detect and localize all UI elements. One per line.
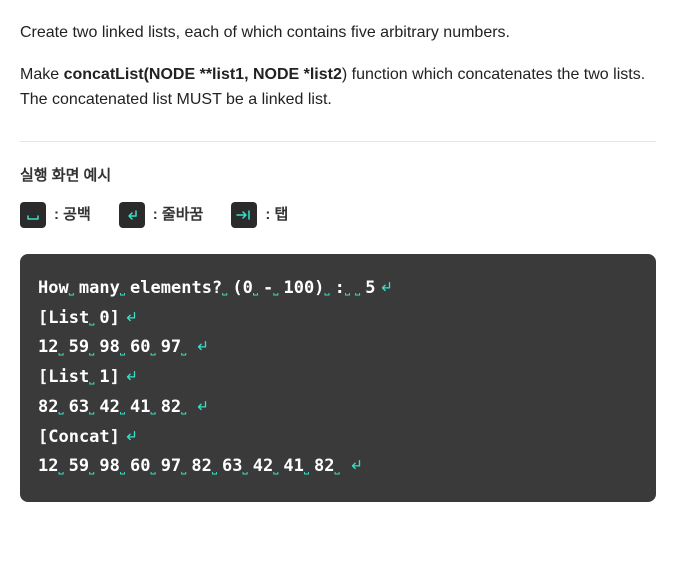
divider	[20, 141, 656, 142]
newline-marker	[349, 452, 363, 482]
terminal-token: 60	[130, 456, 150, 476]
space-icon	[20, 202, 46, 228]
problem-description: Create two linked lists, each of which c…	[20, 20, 656, 113]
terminal-line: Howmany elements? (0-100):5	[38, 274, 638, 304]
terminal-line: [Concat]	[38, 423, 638, 453]
terminal-token: 42	[253, 456, 273, 476]
terminal-token: 63	[222, 456, 242, 476]
newline-marker	[124, 423, 138, 453]
terminal-token: 12	[38, 337, 58, 357]
terminal-output: Howmany elements? (0-100):5 [List 0] 12 59 98 60…	[20, 254, 656, 502]
terminal-token: 59	[69, 456, 89, 476]
terminal-token: 82	[161, 397, 181, 417]
example-heading: 실행 화면 예시	[20, 164, 656, 188]
legend-space: : 공백	[20, 202, 91, 228]
terminal-token: 98	[99, 337, 119, 357]
terminal-token: 42	[99, 397, 119, 417]
terminal-token: many	[79, 278, 120, 298]
terminal-token: 5	[365, 278, 375, 298]
terminal-line: 12 59 98 60 97	[38, 333, 638, 363]
terminal-token: 0]	[99, 308, 119, 328]
terminal-token: [List	[38, 308, 89, 328]
terminal-token: 82	[191, 456, 211, 476]
terminal-token: [Concat]	[38, 427, 120, 447]
newline-marker	[124, 304, 138, 334]
terminal-token: 82	[38, 397, 58, 417]
terminal-line: [List 0]	[38, 304, 638, 334]
terminal-token: 41	[130, 397, 150, 417]
terminal-token: 100)	[283, 278, 324, 298]
legend-tab-label: : 탭	[265, 203, 288, 227]
legend-tab: : 탭	[231, 202, 288, 228]
whitespace-legend: : 공백 : 줄바꿈 : 탭	[20, 202, 656, 228]
legend-newline-label: : 줄바꿈	[153, 203, 204, 227]
terminal-line: [List 1]	[38, 363, 638, 393]
terminal-token: 41	[283, 456, 303, 476]
terminal-token: (0	[232, 278, 252, 298]
legend-space-label: : 공백	[54, 203, 91, 227]
terminal-token: -	[263, 278, 273, 298]
terminal-token: 82	[314, 456, 334, 476]
newline-marker	[195, 393, 209, 423]
terminal-token: 97	[161, 337, 181, 357]
desc-paragraph-1: Create two linked lists, each of which c…	[20, 20, 656, 46]
terminal-line: 82 63 42 41 82	[38, 393, 638, 423]
terminal-token: :	[335, 278, 345, 298]
terminal-token: 97	[161, 456, 181, 476]
desc-p2-bold: concatList(NODE **list1, NODE *list2	[64, 66, 342, 83]
terminal-token: 60	[130, 337, 150, 357]
terminal-token: 12	[38, 456, 58, 476]
desc-p2-pre: Make	[20, 66, 64, 83]
newline-marker	[195, 333, 209, 363]
newline-marker	[124, 363, 138, 393]
terminal-token: 1]	[99, 367, 119, 387]
desc-paragraph-2: Make concatList(NODE **list1, NODE *list…	[20, 62, 656, 113]
newline-marker	[379, 274, 393, 304]
terminal-token: 98	[99, 456, 119, 476]
terminal-token: How	[38, 278, 69, 298]
terminal-token: 63	[69, 397, 89, 417]
newline-icon	[119, 202, 145, 228]
terminal-token: [List	[38, 367, 89, 387]
terminal-token: 59	[69, 337, 89, 357]
terminal-line: 12 59 98 60 97 82 63 42 41 82	[38, 452, 638, 482]
legend-newline: : 줄바꿈	[119, 202, 204, 228]
terminal-token: elements?	[130, 278, 222, 298]
tab-icon	[231, 202, 257, 228]
